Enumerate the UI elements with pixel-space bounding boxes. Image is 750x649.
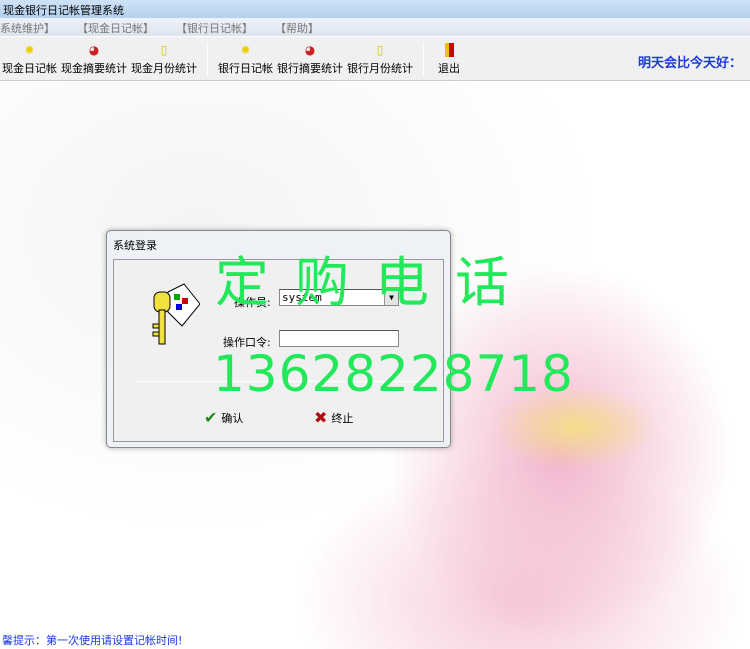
bank-summary-button[interactable]: ◕ 银行摘要统计 — [275, 43, 345, 76]
exit-button[interactable]: 退出 — [432, 43, 466, 76]
pie-chart-icon: ◕ — [88, 43, 100, 57]
dialog-title: 系统登录 — [113, 239, 157, 252]
cash-journal-button[interactable]: ✹ 现金日记帐 — [0, 43, 59, 76]
status-tip: 馨提示：第一次使用请设置记帐时间! — [2, 634, 183, 647]
divider — [134, 381, 424, 382]
exit-door-icon — [444, 43, 454, 57]
menu-bank[interactable]: 【银行日记帐】 — [176, 20, 253, 35]
pie-chart-icon: ◕ — [304, 43, 316, 57]
chevron-down-icon[interactable]: ▼ — [384, 290, 398, 305]
operator-select[interactable]: system ▼ — [279, 289, 399, 306]
toolbar-separator — [207, 42, 208, 76]
document-icon: ▯ — [376, 43, 384, 57]
cash-summary-button[interactable]: ◕ 现金摘要统计 — [59, 43, 129, 76]
menu-system[interactable]: 系统维护】 — [0, 20, 55, 35]
menu-help[interactable]: 【帮助】 — [275, 20, 319, 35]
sun-icon: ✹ — [240, 43, 251, 57]
menu-bar: 系统维护】 【现金日记帐】 【银行日记帐】 【帮助】 — [0, 18, 750, 36]
bank-monthly-button[interactable]: ▯ 银行月份统计 — [345, 43, 415, 76]
password-label: 操作口令: — [223, 336, 271, 349]
title-bar: 现金银行日记帐管理系统 — [0, 0, 750, 18]
motto-text: 明天会比今天好： — [637, 56, 742, 71]
window-title: 现金银行日记帐管理系统 — [3, 4, 124, 17]
document-icon: ▯ — [160, 43, 168, 57]
toolbar-separator — [423, 42, 424, 76]
operator-label: 操作员: — [234, 296, 271, 309]
bank-journal-button[interactable]: ✹ 银行日记帐 — [216, 43, 275, 76]
confirm-button[interactable]: ✔ 确认 — [204, 408, 243, 427]
password-input[interactable] — [279, 330, 399, 347]
dialog-body: 操作员: system ▼ 操作口令: ✔ 确认 ✖ 终止 — [113, 259, 444, 442]
sun-icon: ✹ — [24, 43, 35, 57]
key-icon — [152, 283, 200, 345]
login-dialog: 系统登录 操作员: system ▼ 操作口令: ✔ 确认 ✖ 终止 — [106, 230, 451, 448]
menu-cash[interactable]: 【现金日记帐】 — [77, 20, 154, 35]
cash-monthly-button[interactable]: ▯ 现金月份统计 — [129, 43, 199, 76]
close-icon: ✖ — [314, 408, 328, 427]
cancel-button[interactable]: ✖ 终止 — [314, 408, 353, 427]
checkmark-icon: ✔ — [204, 408, 218, 427]
